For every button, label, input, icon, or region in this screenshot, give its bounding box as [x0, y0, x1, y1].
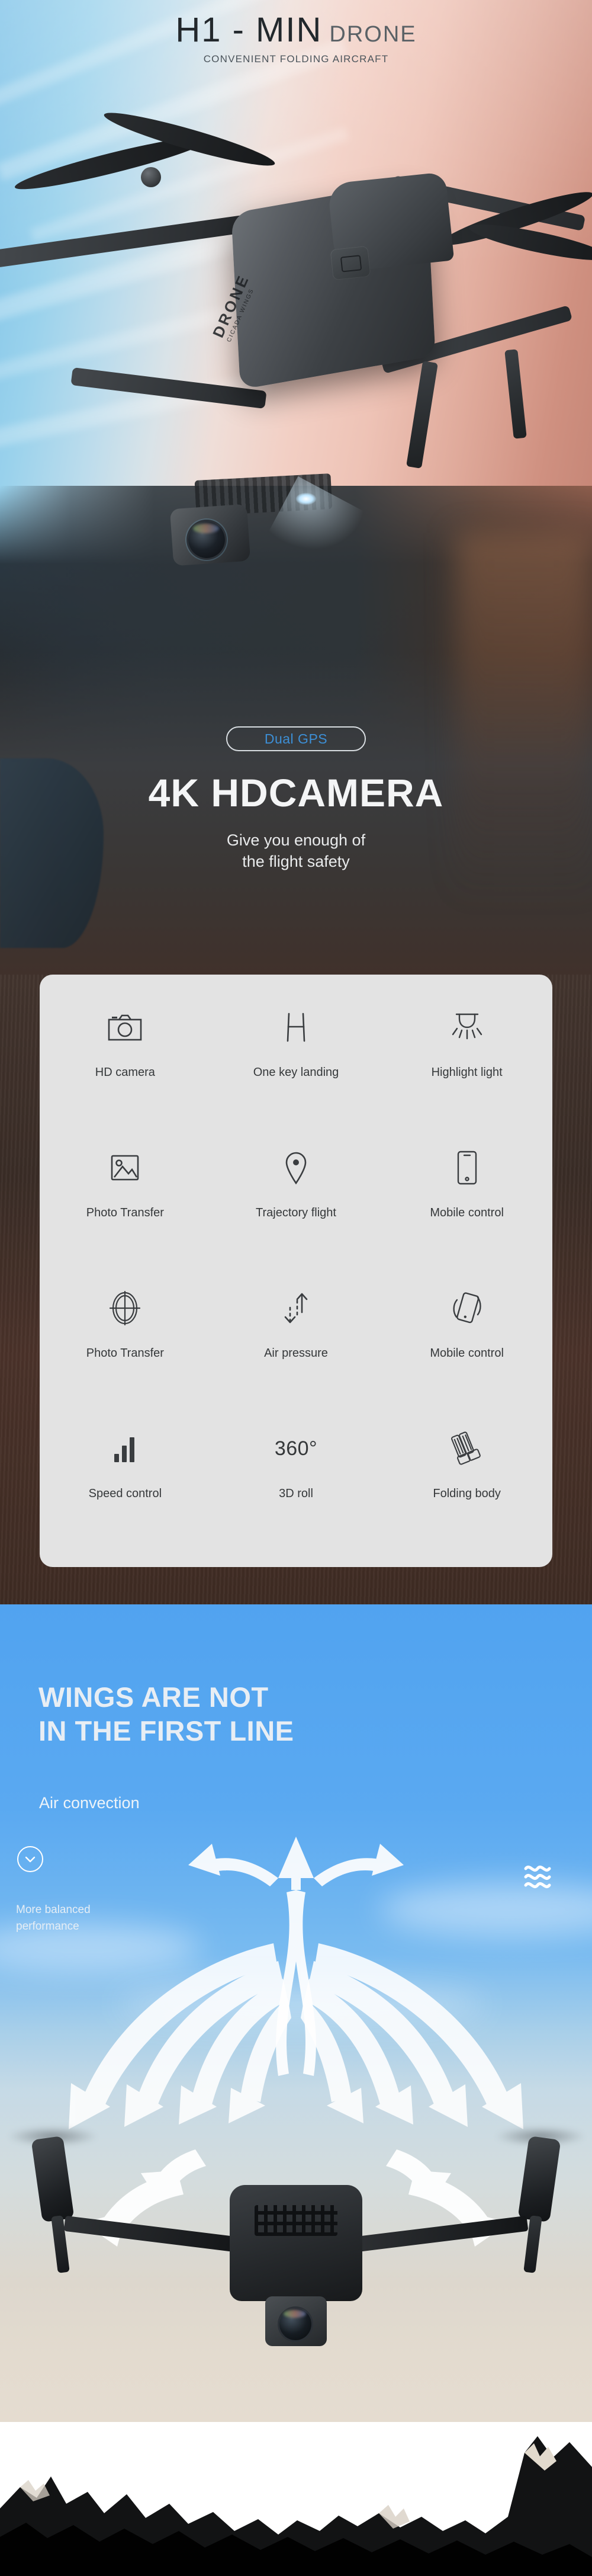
drone-motor [31, 2135, 75, 2223]
phone-tilt-icon [450, 1283, 484, 1334]
feature-item-trajectory-flight[interactable]: Trajectory flight [211, 1142, 382, 1283]
dual-gps-badge-label: Dual GPS [264, 730, 328, 746]
camera-icon [107, 1002, 143, 1053]
degrees-360-label: 360° [274, 1437, 318, 1460]
hero-headline: 4K HDCAMERA [148, 771, 444, 815]
hero-title-block: H1 - MIN DRONE CONVENIENT FOLDING AIRCRAF… [0, 13, 592, 65]
feature-label: Photo Transfer [86, 1347, 164, 1360]
up-down-arrows-icon [280, 1283, 312, 1334]
feature-label: Speed control [88, 1487, 162, 1500]
crosshair-icon [108, 1283, 142, 1334]
feature-grid: HD camera One key landing Highlight ligh… [40, 1002, 552, 1563]
drone-camera-button [330, 245, 371, 281]
degrees-360-text: 360° [275, 1423, 317, 1474]
drone-motor [517, 2135, 561, 2223]
airflow-headline-line-2: IN THE FIRST LINE [38, 1715, 294, 1747]
product-detail-page: DRONE CICADA WINGS H1 - MIN DRONE CONVENI… [0, 0, 592, 2576]
drone-vent-grille [255, 2205, 337, 2236]
drone-body [230, 2185, 362, 2301]
feature-label: Highlight light [431, 1066, 503, 1079]
drone-led-light [296, 493, 316, 505]
helipad-h-icon [281, 1002, 311, 1053]
phone-icon [456, 1142, 478, 1193]
feature-label: Air pressure [264, 1347, 328, 1360]
feature-item-speed-control[interactable]: Speed control [40, 1423, 211, 1563]
image-icon [110, 1142, 140, 1193]
feature-card: HD camera One key landing Highlight ligh… [40, 975, 552, 1567]
airflow-headline: WINGS ARE NOT IN THE FIRST LINE [38, 1680, 488, 1748]
spotlight-icon [449, 1002, 485, 1053]
feature-label: 3D roll [279, 1487, 313, 1500]
ink-mountains-illustration [0, 2382, 592, 2576]
page-title-suffix: DRONE [329, 22, 417, 47]
feature-item-air-pressure[interactable]: Air pressure [211, 1283, 382, 1423]
feature-item-photo-transfer-2[interactable]: Photo Transfer [40, 1283, 211, 1423]
feature-item-hd-camera[interactable]: HD camera [40, 1002, 211, 1142]
feature-item-mobile-control-1[interactable]: Mobile control [381, 1142, 552, 1283]
feature-item-highlight-light[interactable]: Highlight light [381, 1002, 552, 1142]
hero-subline: Give you enough of the flight safety [0, 829, 592, 873]
signal-bars-icon [112, 1423, 138, 1474]
drone-camera-lens [279, 2308, 311, 2340]
page-title: H1 - MIN [175, 11, 323, 49]
feature-item-one-key-landing[interactable]: One key landing [211, 1002, 382, 1142]
feature-label: Trajectory flight [256, 1206, 336, 1219]
folded-arms-icon [448, 1423, 486, 1474]
feature-label: Mobile control [430, 1206, 504, 1219]
drone-airflow-illustration [0, 1979, 592, 2394]
hero-subline-1: Give you enough of [226, 831, 366, 849]
feature-label: Mobile control [430, 1347, 504, 1360]
drone-camera-lens [188, 521, 225, 558]
feature-item-folding-body[interactable]: Folding body [381, 1423, 552, 1563]
hero-section: DRONE CICADA WINGS H1 - MIN DRONE CONVENI… [0, 0, 592, 975]
feature-label: HD camera [95, 1066, 155, 1079]
feature-item-3d-roll[interactable]: 360° 3D roll [211, 1423, 382, 1563]
propeller-hub [141, 167, 161, 187]
hero-subline-2: the flight safety [242, 853, 350, 871]
drone-arm [63, 2215, 242, 2253]
drone-arm [350, 2215, 529, 2253]
dual-gps-badge: Dual GPS [226, 726, 366, 751]
feature-label: Photo Transfer [86, 1206, 164, 1219]
map-pin-icon [283, 1142, 309, 1193]
feature-label: Folding body [433, 1487, 501, 1500]
page-tagline: CONVENIENT FOLDING AIRCRAFT [203, 53, 389, 65]
feature-item-mobile-control-2[interactable]: Mobile control [381, 1283, 552, 1423]
feature-label: One key landing [253, 1066, 339, 1079]
feature-item-photo-transfer-1[interactable]: Photo Transfer [40, 1142, 211, 1283]
airflow-headline-line-1: WINGS ARE NOT [38, 1681, 269, 1713]
